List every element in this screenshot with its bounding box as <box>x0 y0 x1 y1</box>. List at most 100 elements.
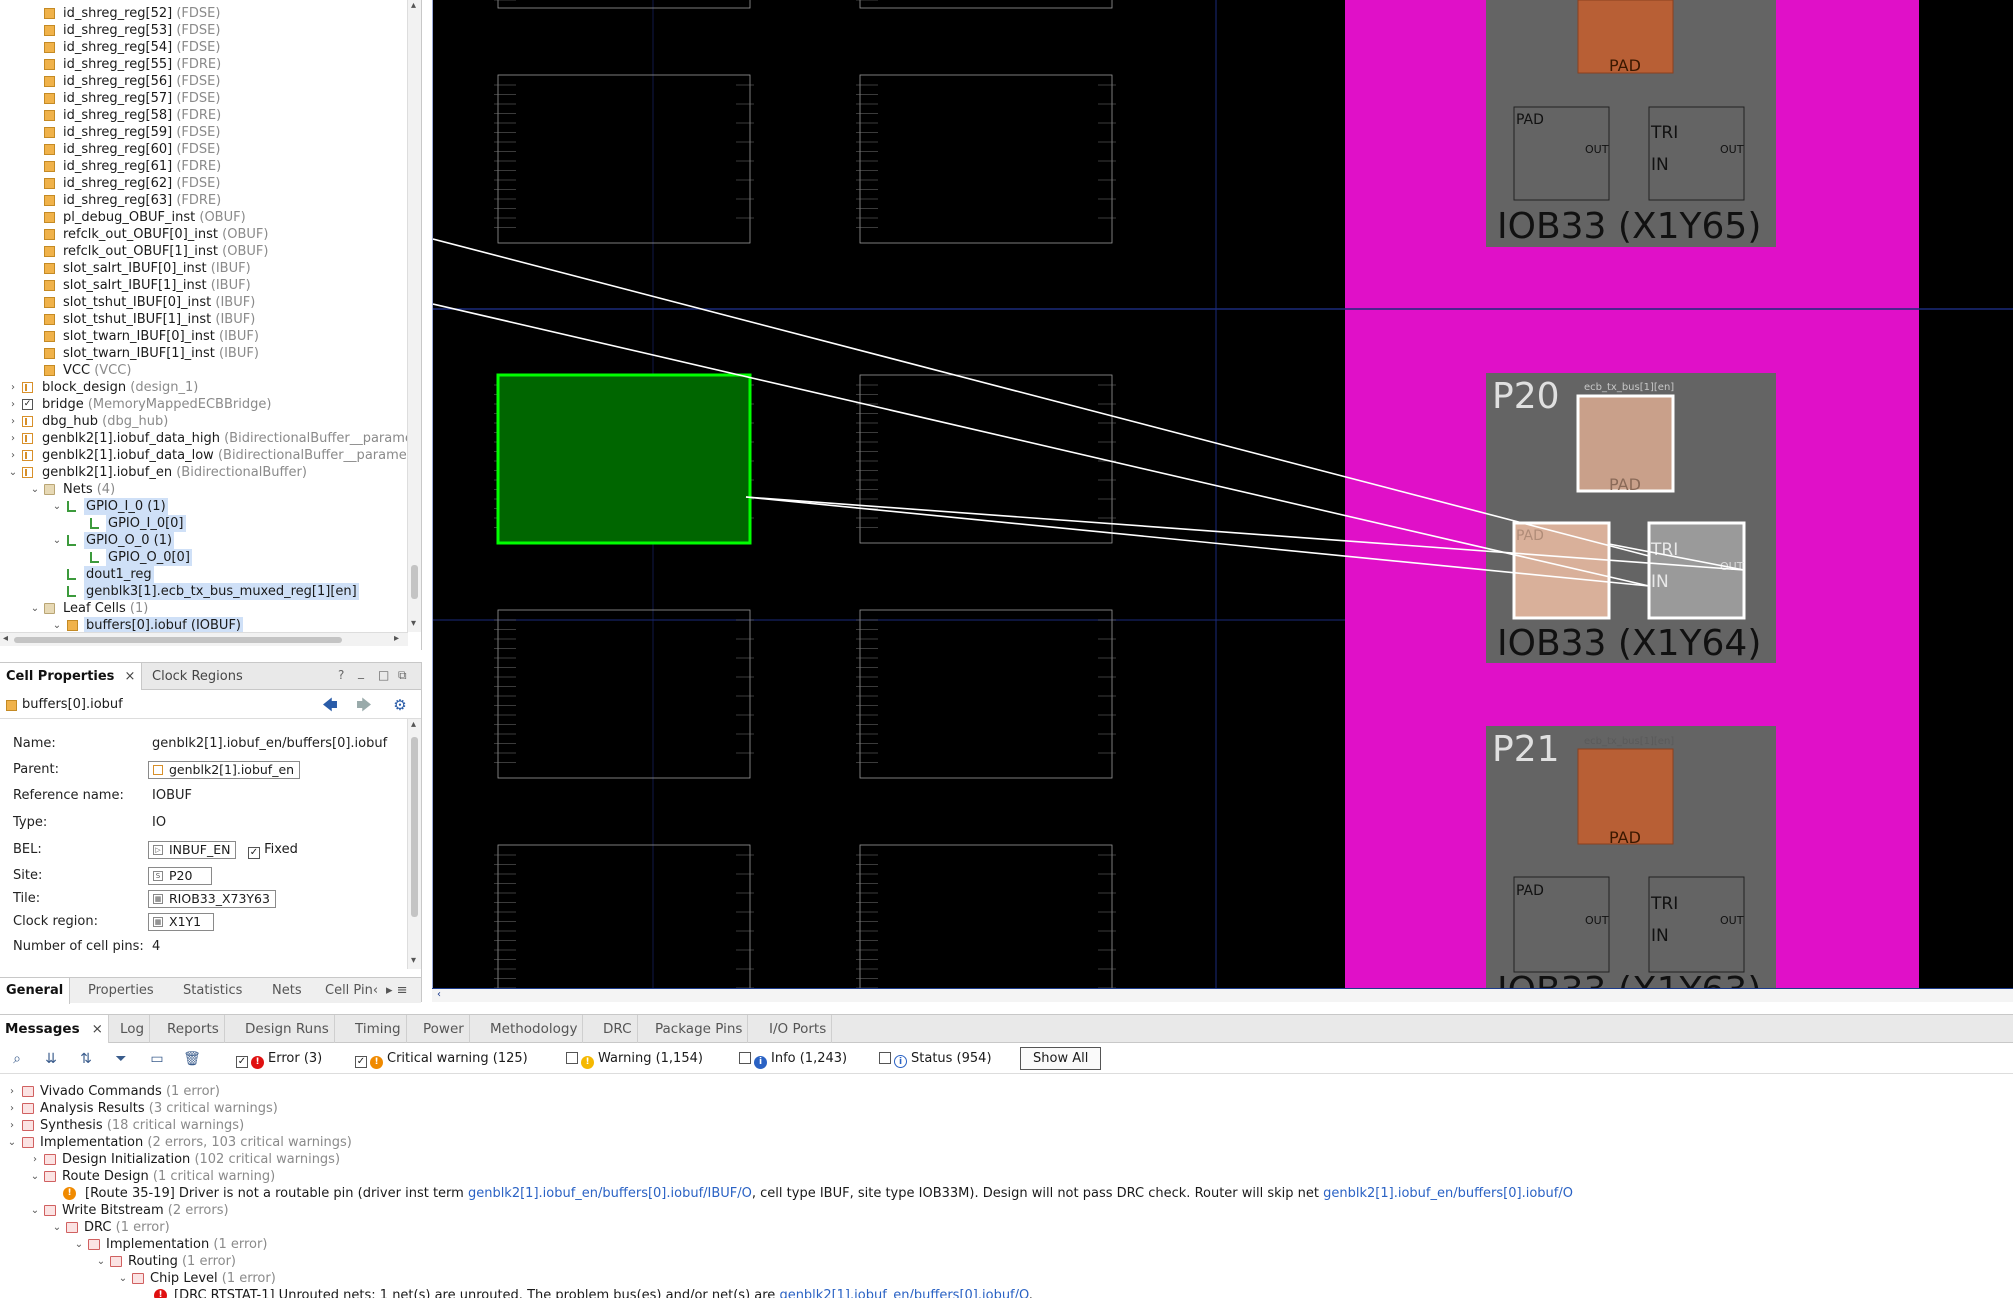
collapse-icon[interactable]: ⌄ <box>29 600 41 617</box>
tab-cell-pins[interactable]: Cell Pin‹ <box>325 978 378 1004</box>
expand-icon[interactable]: › <box>7 413 19 430</box>
show-all-button[interactable]: Show All <box>1020 1047 1102 1070</box>
netlist-vertical-scrollbar[interactable]: ▴ ▾ <box>407 0 421 632</box>
logic-site[interactable] <box>859 74 1113 244</box>
gear-icon[interactable]: ⚙ <box>390 695 410 715</box>
msg-link-net[interactable]: genblk2[1].iobuf_en/buffers[0].iobuf/O <box>779 1288 1028 1298</box>
collapse-icon[interactable]: ⌄ <box>29 1202 41 1219</box>
expand-icon[interactable]: › <box>7 430 19 447</box>
scroll-left-icon[interactable]: ‹ <box>437 989 441 1000</box>
tab-timing[interactable]: Timing <box>350 1015 407 1043</box>
filter-critical-warning[interactable]: ✓! Critical warning (125) <box>355 1051 528 1069</box>
tab-package-pins[interactable]: Package Pins <box>650 1015 749 1043</box>
filter-icon[interactable]: ⏷ <box>112 1050 130 1068</box>
logic-site[interactable] <box>497 0 751 9</box>
filter-error[interactable]: ✓! Error (3) <box>236 1051 322 1069</box>
scroll-thumb[interactable] <box>411 565 418 599</box>
tab-methodology[interactable]: Methodology <box>485 1015 584 1043</box>
msg-link-driver-pin[interactable]: genblk2[1].iobuf_en/buffers[0].iobuf/IBU… <box>468 1186 752 1201</box>
search-icon[interactable]: ⌕ <box>8 1050 26 1068</box>
bel-link[interactable]: ▷ INBUF_EN <box>148 841 237 859</box>
pad-label: PAD <box>1609 56 1641 75</box>
selected-logic-site[interactable] <box>496 373 752 545</box>
expand-icon[interactable]: › <box>7 379 19 396</box>
scroll-down-icon[interactable]: ▾ <box>411 955 416 966</box>
site-link[interactable]: S P20 <box>148 867 212 885</box>
collapse-icon[interactable]: ⌄ <box>51 498 63 515</box>
tile-link[interactable]: ▦ RIOB33_X73Y63 <box>148 890 276 908</box>
tab-cell-properties[interactable]: Cell Properties × <box>0 663 143 690</box>
help-icon[interactable]: ? <box>338 668 344 682</box>
collapse-icon[interactable]: ⌄ <box>117 1270 129 1287</box>
netlist-horizontal-scrollbar[interactable]: ◂ ▸ <box>0 632 408 646</box>
filter-status[interactable]: i Status (954) <box>879 1051 992 1069</box>
iob-tile-y64[interactable]: P20 ecb_tx_bus[1][en] PAD PAD TRI IN OUT… <box>1486 373 1776 664</box>
device-view[interactable]: PAD PAD OUT TRI IN OUT IOB33 (X1Y65) P20… <box>432 0 2013 1000</box>
expand-icon[interactable]: › <box>6 1117 18 1134</box>
expand-all-icon[interactable]: ⇅ <box>77 1050 95 1068</box>
collapse-icon[interactable]: ⌄ <box>29 1168 41 1185</box>
expand-icon[interactable]: › <box>7 396 19 413</box>
tab-reports[interactable]: Reports <box>162 1015 225 1043</box>
float-icon[interactable]: ⧉ <box>398 668 407 683</box>
trash-icon[interactable]: 🗑 <box>183 1050 201 1068</box>
tab-messages[interactable]: Messages × <box>0 1015 109 1043</box>
scroll-right-icon[interactable]: ▸ <box>394 633 399 644</box>
tab-drc[interactable]: DRC <box>598 1015 638 1043</box>
scroll-up-icon[interactable]: ▴ <box>411 719 416 730</box>
scroll-thumb[interactable] <box>411 737 418 917</box>
expand-icon[interactable]: › <box>6 1100 18 1117</box>
tab-statistics[interactable]: Statistics <box>183 978 242 1004</box>
logic-site[interactable] <box>497 609 751 779</box>
iob-tile-y65[interactable]: PAD PAD OUT TRI IN OUT IOB33 (X1Y65) <box>1486 0 1776 247</box>
scroll-thumb[interactable] <box>14 637 342 643</box>
close-icon[interactable]: × <box>92 1021 103 1037</box>
collapse-all-icon[interactable]: ⇊ <box>42 1050 60 1068</box>
maximize-icon[interactable]: □ <box>378 668 389 682</box>
logic-site[interactable] <box>859 0 1113 9</box>
scroll-down-icon[interactable]: ▾ <box>411 618 416 629</box>
logic-site[interactable] <box>859 844 1113 1000</box>
tab-design-runs[interactable]: Design Runs <box>240 1015 335 1043</box>
tab-io-ports[interactable]: I/O Ports <box>764 1015 833 1043</box>
collapse-icon[interactable]: ⌄ <box>95 1253 107 1270</box>
collapse-icon[interactable]: ⌄ <box>51 1219 63 1236</box>
collapse-icon[interactable]: ⌄ <box>51 532 63 549</box>
netlist-tree[interactable]: id_shreg_reg[52] (FDSE) id_shreg_reg[53] … <box>0 0 422 650</box>
forward-arrow-icon[interactable]: 🡆 <box>354 695 374 715</box>
iob-tile-y63[interactable]: P21 ecb_tx_bus[1][en] PAD PAD OUT TRI IN… <box>1486 726 1776 1000</box>
msg-link-net[interactable]: genblk2[1].iobuf_en/buffers[0].iobuf/O <box>1323 1186 1573 1201</box>
parent-link[interactable]: genblk2[1].iobuf_en <box>148 761 301 779</box>
scroll-up-icon[interactable]: ▴ <box>411 0 416 11</box>
device-horizontal-scrollbar[interactable]: ‹ <box>432 988 2013 1002</box>
tab-general[interactable]: General <box>0 978 71 1004</box>
collapse-icon[interactable]: ⌄ <box>29 481 41 498</box>
tab-log[interactable]: Log <box>115 1015 151 1043</box>
logic-site[interactable] <box>497 74 751 244</box>
expand-icon[interactable]: › <box>6 1083 18 1100</box>
tab-clock-regions[interactable]: Clock Regions <box>146 663 249 690</box>
clock-region-link[interactable]: ▦ X1Y1 <box>148 913 214 931</box>
tab-properties[interactable]: Properties <box>88 978 154 1004</box>
tab-power[interactable]: Power <box>418 1015 470 1043</box>
properties-scrollbar[interactable]: ▴ ▾ <box>407 719 421 969</box>
close-icon[interactable]: × <box>124 669 135 684</box>
expand-icon[interactable]: › <box>29 1151 41 1168</box>
filter-info[interactable]: i Info (1,243) <box>739 1051 847 1069</box>
logic-site[interactable] <box>497 844 751 1000</box>
logic-site[interactable] <box>859 374 1113 544</box>
tab-nets[interactable]: Nets <box>272 978 302 1004</box>
device-canvas[interactable]: PAD PAD OUT TRI IN OUT IOB33 (X1Y65) P20… <box>433 0 2013 1000</box>
logic-site[interactable] <box>859 609 1113 779</box>
fixed-checkbox[interactable]: ✓ Fixed <box>248 839 298 861</box>
collapse-icon[interactable]: ⌄ <box>73 1236 85 1253</box>
filter-warning[interactable]: ! Warning (1,154) <box>566 1051 703 1069</box>
back-arrow-icon[interactable]: 🡄 <box>320 695 340 715</box>
scroll-left-icon[interactable]: ◂ <box>3 633 8 644</box>
tab-overflow-icon[interactable]: ▸ ≡ <box>386 978 408 1004</box>
message-icon[interactable]: ▭ <box>148 1050 166 1068</box>
expand-icon[interactable]: › <box>7 447 19 464</box>
minimize-icon[interactable]: _ <box>358 665 364 679</box>
collapse-icon[interactable]: ⌄ <box>7 464 19 481</box>
collapse-icon[interactable]: ⌄ <box>6 1134 18 1151</box>
